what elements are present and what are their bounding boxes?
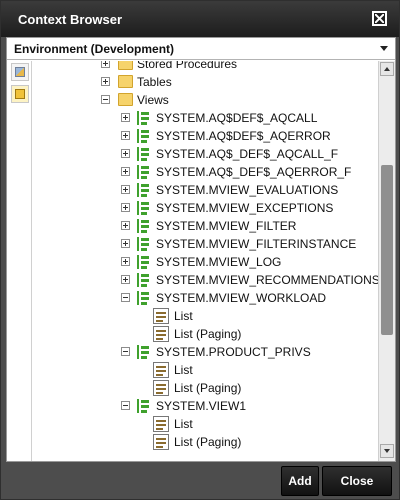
tree-node-view[interactable]: SYSTEM.MVIEW_FILTER xyxy=(121,217,376,235)
list-icon xyxy=(153,434,169,450)
object-tree[interactable]: Stored Procedures Tables Views SYSTEM.AQ… xyxy=(33,61,378,461)
view-icon xyxy=(135,146,151,162)
view-icon xyxy=(135,200,151,216)
tree-node-view[interactable]: SYSTEM.MVIEW_LOG xyxy=(121,253,376,271)
tree-node-list[interactable]: List xyxy=(153,361,353,379)
expand-icon[interactable] xyxy=(121,221,130,230)
tree-node-views[interactable]: Views xyxy=(101,91,351,109)
environment-value: Environment (Development) xyxy=(14,42,175,56)
list-icon xyxy=(153,362,169,378)
side-tabs xyxy=(7,61,32,461)
expand-icon[interactable] xyxy=(121,257,130,266)
tree-node-list-paging[interactable]: List (Paging) xyxy=(153,325,353,343)
view-icon xyxy=(135,344,151,360)
add-button[interactable]: Add xyxy=(281,466,319,496)
environment-select[interactable]: Environment (Development) xyxy=(7,38,395,60)
folder-icon xyxy=(118,61,133,70)
view-icon xyxy=(135,290,151,306)
folder-icon xyxy=(118,93,133,106)
tree-node-view[interactable]: SYSTEM.MVIEW_EXCEPTIONS xyxy=(121,199,376,217)
tree-node-list[interactable]: List xyxy=(153,415,353,433)
view-icon xyxy=(135,218,151,234)
expand-icon[interactable] xyxy=(121,203,130,212)
tree-node-view[interactable]: SYSTEM.MVIEW_WORKLOAD xyxy=(121,289,376,307)
chevron-down-icon[interactable] xyxy=(380,46,388,51)
scroll-down-icon[interactable] xyxy=(380,444,394,458)
objects-icon xyxy=(15,67,25,77)
expand-icon[interactable] xyxy=(121,275,130,284)
expand-icon[interactable] xyxy=(121,239,130,248)
tree-node-view[interactable]: SYSTEM.MVIEW_FILTERINSTANCE xyxy=(121,235,376,253)
collapse-icon[interactable] xyxy=(101,95,110,104)
notes-icon xyxy=(15,89,25,99)
expand-icon[interactable] xyxy=(121,167,130,176)
tree-node-view[interactable]: SYSTEM.MVIEW_EVALUATIONS xyxy=(121,181,376,199)
expand-icon[interactable] xyxy=(121,131,130,140)
collapse-icon[interactable] xyxy=(121,347,130,356)
close-button[interactable]: Close xyxy=(322,466,392,496)
tree-node-list-paging[interactable]: List (Paging) xyxy=(153,433,353,451)
tree-node-view[interactable]: SYSTEM.AQ$_DEF$_AQCALL_F xyxy=(121,145,376,163)
tree-node-view[interactable]: SYSTEM.MVIEW_RECOMMENDATIONS xyxy=(121,271,378,289)
tree-node-list[interactable]: List xyxy=(153,307,353,325)
view-icon xyxy=(135,164,151,180)
collapse-icon[interactable] xyxy=(121,293,130,302)
list-icon xyxy=(153,326,169,342)
folder-icon xyxy=(118,75,133,88)
list-icon xyxy=(153,308,169,324)
tree-node-view[interactable]: SYSTEM.PRODUCT_PRIVS xyxy=(121,343,376,361)
view-icon xyxy=(135,254,151,270)
tree-node-view[interactable]: SYSTEM.VIEW1 xyxy=(121,397,376,415)
view-icon xyxy=(135,110,151,126)
side-tab-objects[interactable] xyxy=(11,63,29,81)
dialog-footer: Add Close xyxy=(6,463,396,496)
view-icon xyxy=(135,272,151,288)
expand-icon[interactable] xyxy=(121,149,130,158)
title-bar: Context Browser xyxy=(1,1,399,37)
scroll-thumb[interactable] xyxy=(381,165,393,335)
context-browser-window: Context Browser Environment (Development… xyxy=(0,0,400,500)
tree-scrollbar[interactable] xyxy=(378,61,395,461)
list-icon xyxy=(153,380,169,396)
tree-node-view[interactable]: SYSTEM.AQ$_DEF$_AQERROR_F xyxy=(121,163,376,181)
tree-node-view[interactable]: SYSTEM.AQ$DEF$_AQCALL xyxy=(121,109,376,127)
collapse-icon[interactable] xyxy=(121,401,130,410)
tree-node-stored-procedures[interactable]: Stored Procedures xyxy=(101,61,351,73)
expand-icon[interactable] xyxy=(101,77,110,86)
scroll-up-icon[interactable] xyxy=(380,62,394,76)
window-title: Context Browser xyxy=(18,12,123,27)
expand-icon[interactable] xyxy=(101,61,110,68)
expand-icon[interactable] xyxy=(121,185,130,194)
tree-node-list-paging[interactable]: List (Paging) xyxy=(153,379,353,397)
view-icon xyxy=(135,128,151,144)
close-icon[interactable] xyxy=(372,11,387,26)
content-panel: Environment (Development) Stored Procedu… xyxy=(6,37,396,462)
view-icon xyxy=(135,182,151,198)
view-icon xyxy=(135,236,151,252)
view-icon xyxy=(135,398,151,414)
side-tab-notes[interactable] xyxy=(11,85,29,103)
list-icon xyxy=(153,416,169,432)
tree-node-view[interactable]: SYSTEM.AQ$DEF$_AQERROR xyxy=(121,127,376,145)
expand-icon[interactable] xyxy=(121,113,130,122)
tree-node-tables[interactable]: Tables xyxy=(101,73,351,91)
